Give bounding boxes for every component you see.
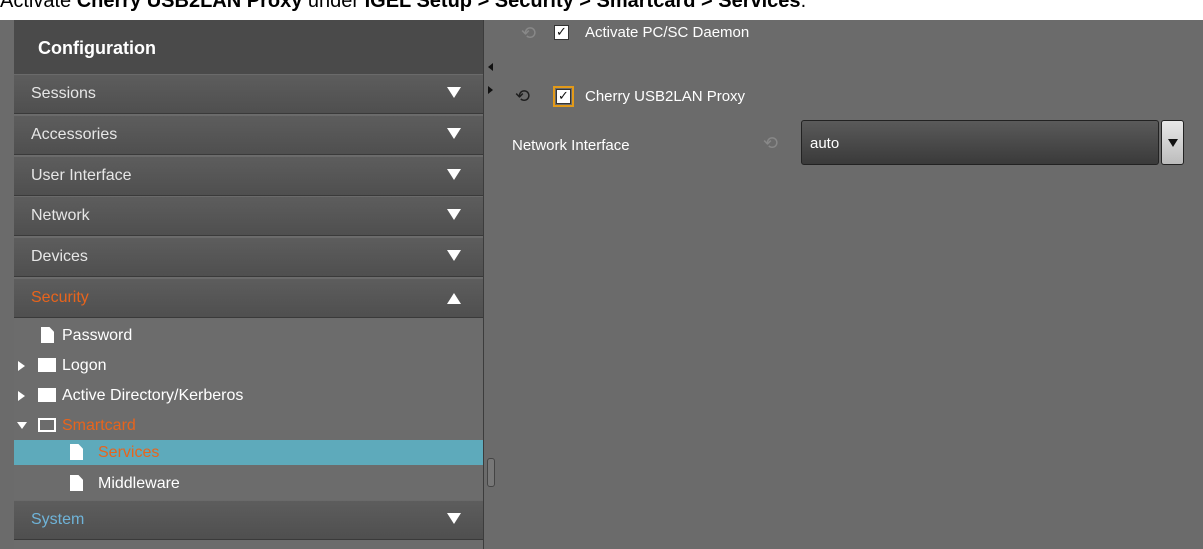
expand-right-icon[interactable] xyxy=(488,86,493,94)
tree-item-middleware[interactable]: Middleware xyxy=(14,473,483,495)
instruction-mid: under xyxy=(302,0,365,12)
file-icon xyxy=(70,444,83,460)
tree-item-label: Active Directory/Kerberos xyxy=(62,387,244,404)
collapse-arrow-icon[interactable] xyxy=(17,422,27,429)
tree-item-password[interactable]: Password xyxy=(14,325,483,347)
tree-item-label: Services xyxy=(98,444,160,461)
chevron-down-icon xyxy=(447,513,461,524)
section-label: Sessions xyxy=(31,85,96,102)
tree-item-label: Smartcard xyxy=(62,417,136,434)
dropdown-button[interactable] xyxy=(1161,120,1184,165)
instruction-text: Activate Cherry USB2LAN Proxy under IGEL… xyxy=(0,0,1203,20)
chevron-down-icon xyxy=(447,128,461,139)
collapse-left-icon[interactable] xyxy=(488,63,493,71)
folder-open-icon xyxy=(38,418,56,432)
tree-item-logon[interactable]: Logon xyxy=(14,355,483,377)
splitter-grip[interactable] xyxy=(487,458,495,487)
tree-item-services[interactable]: Services xyxy=(14,442,483,464)
sidebar-title: Configuration xyxy=(38,38,156,58)
chevron-down-icon xyxy=(1168,139,1178,147)
expand-arrow-icon[interactable] xyxy=(18,361,25,371)
tree-item-smartcard[interactable]: Smartcard xyxy=(14,415,483,437)
cherry-usb2lan-checkbox[interactable]: ✓ xyxy=(553,86,574,107)
section-network[interactable]: Network xyxy=(14,196,483,236)
reset-icon[interactable]: ⟲ xyxy=(521,25,539,43)
chevron-up-icon xyxy=(447,293,461,304)
section-label: Network xyxy=(31,207,90,224)
dropdown-value: auto xyxy=(810,135,840,152)
sidebar-header: Configuration xyxy=(14,20,483,75)
configuration-sidebar: Configuration Sessions Accessories User … xyxy=(14,20,484,549)
folder-icon xyxy=(38,358,56,372)
reset-icon[interactable]: ⟲ xyxy=(515,88,533,106)
pcsc-daemon-checkbox[interactable]: ✓ xyxy=(554,25,569,40)
reset-icon[interactable]: ⟲ xyxy=(763,135,781,153)
section-sessions[interactable]: Sessions xyxy=(14,74,483,114)
pcsc-daemon-label: Activate PC/SC Daemon xyxy=(585,24,750,41)
tree-item-label: Logon xyxy=(62,357,107,374)
section-system[interactable]: System xyxy=(14,500,483,540)
chevron-down-icon xyxy=(447,87,461,98)
section-label: User Interface xyxy=(31,167,132,184)
section-label: Devices xyxy=(31,248,88,265)
chevron-down-icon xyxy=(447,169,461,180)
section-label: System xyxy=(31,511,85,528)
section-devices[interactable]: Devices xyxy=(14,237,483,277)
chevron-down-icon xyxy=(447,209,461,220)
chevron-down-icon xyxy=(447,250,461,261)
tree-item-label: Middleware xyxy=(98,475,180,492)
folder-icon xyxy=(38,388,56,402)
section-label: Accessories xyxy=(31,126,118,143)
instruction-prefix: Activate xyxy=(0,0,77,12)
network-interface-dropdown[interactable]: auto xyxy=(801,120,1186,165)
instruction-suffix: . xyxy=(800,0,807,12)
panel-splitter[interactable] xyxy=(484,20,498,549)
settings-panel: ⟲ ✓ Activate PC/SC Daemon ⟲ ✓ Cherry USB… xyxy=(499,20,1203,549)
section-label: Security xyxy=(31,289,89,306)
section-accessories[interactable]: Accessories xyxy=(14,115,483,155)
tree-item-active-directory[interactable]: Active Directory/Kerberos xyxy=(14,385,483,407)
network-interface-label: Network Interface xyxy=(512,137,630,154)
section-security[interactable]: Security xyxy=(14,278,483,318)
section-user-interface[interactable]: User Interface xyxy=(14,156,483,196)
expand-arrow-icon[interactable] xyxy=(18,391,25,401)
instruction-target: Cherry USB2LAN Proxy xyxy=(76,0,303,12)
security-tree: Password Logon Active Directory/Kerberos… xyxy=(14,319,483,499)
file-icon xyxy=(41,327,54,343)
tree-item-label: Password xyxy=(62,327,133,344)
instruction-path: IGEL Setup > Security > Smartcard > Serv… xyxy=(364,0,801,12)
dropdown-field[interactable]: auto xyxy=(801,120,1159,165)
file-icon xyxy=(70,475,83,491)
cherry-usb2lan-label: Cherry USB2LAN Proxy xyxy=(585,88,746,105)
